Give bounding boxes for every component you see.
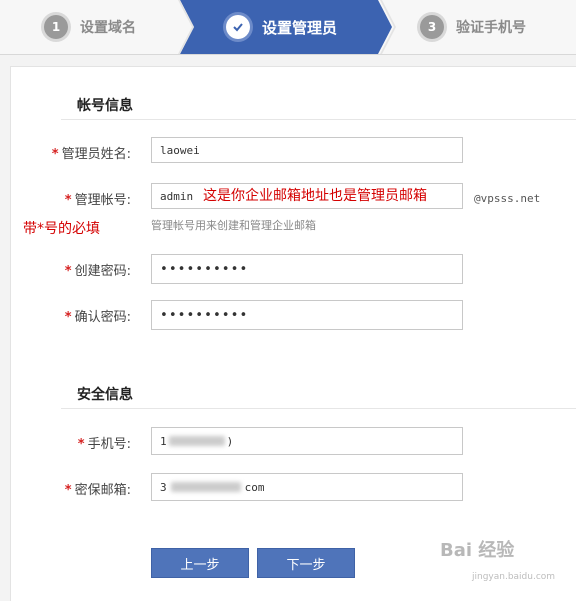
- step-label: 设置域名: [80, 20, 136, 36]
- masked-password: ••••••••••: [160, 307, 249, 323]
- input-value-suffix: ): [226, 434, 234, 448]
- create-password-input[interactable]: ••••••••••: [151, 254, 463, 284]
- admin-name-label: * 管理员姓名:: [51, 147, 131, 162]
- confirm-password-input[interactable]: ••••••••••: [151, 300, 463, 330]
- required-star: *: [64, 193, 72, 208]
- next-step-button[interactable]: 下一步: [257, 548, 355, 578]
- section-title-security: 安全信息: [77, 387, 133, 403]
- input-value-prefix: 1: [160, 434, 167, 448]
- step-progress-bar: 1 设置域名 设置管理员 3 验证手机号: [0, 0, 576, 55]
- masked-password: ••••••••••: [160, 261, 249, 277]
- step-label: 设置管理员: [262, 18, 338, 37]
- required-star: *: [51, 147, 59, 162]
- step-set-domain: 1 设置域名: [44, 0, 136, 54]
- admin-form-panel: 帐号信息 * 管理员姓名: laowei * 管理帐号: admin 这是你企业邮箱…: [10, 66, 576, 601]
- security-email-input[interactable]: 3 com: [151, 473, 463, 501]
- checkmark-icon: [226, 15, 250, 39]
- create-password-label: * 创建密码:: [64, 264, 131, 279]
- watermark-url: jingyan.baidu.com: [472, 572, 556, 582]
- input-value: admin: [160, 189, 194, 203]
- admin-account-label: * 管理帐号:: [64, 193, 131, 208]
- step-set-admin: 设置管理员: [226, 0, 337, 54]
- prev-step-button[interactable]: 上一步: [151, 548, 249, 578]
- section-divider: [61, 119, 576, 120]
- account-hint: 管理帐号用来创建和管理企业邮箱: [151, 219, 316, 232]
- section-divider: [61, 408, 576, 409]
- required-star: *: [77, 437, 85, 452]
- input-value: laowei: [160, 143, 200, 157]
- step-number-badge: 1: [44, 15, 68, 39]
- required-fields-note: 带*号的必填: [23, 221, 100, 237]
- input-value-suffix: com: [244, 480, 265, 494]
- required-star: *: [64, 264, 72, 279]
- admin-name-input[interactable]: laowei: [151, 137, 463, 163]
- baidu-watermark-logo: Bai 经验: [440, 540, 515, 561]
- account-annotation-note: 这是你企业邮箱地址也是管理员邮箱: [203, 188, 427, 204]
- blurred-phone: [168, 436, 225, 446]
- phone-input[interactable]: 1 ): [151, 427, 463, 455]
- step-verify-phone: 3 验证手机号: [420, 0, 526, 54]
- confirm-password-label: * 确认密码:: [64, 310, 131, 325]
- required-star: *: [64, 483, 72, 498]
- blurred-email: [170, 482, 241, 492]
- input-value-prefix: 3: [160, 480, 167, 494]
- step-label: 验证手机号: [456, 20, 526, 36]
- email-domain-suffix: @vpsss.net: [474, 192, 541, 205]
- required-star: *: [64, 310, 72, 325]
- phone-label: * 手机号:: [77, 437, 131, 452]
- security-email-label: * 密保邮箱:: [64, 483, 131, 498]
- step-number-badge: 3: [420, 15, 444, 39]
- section-title-account: 帐号信息: [77, 98, 133, 114]
